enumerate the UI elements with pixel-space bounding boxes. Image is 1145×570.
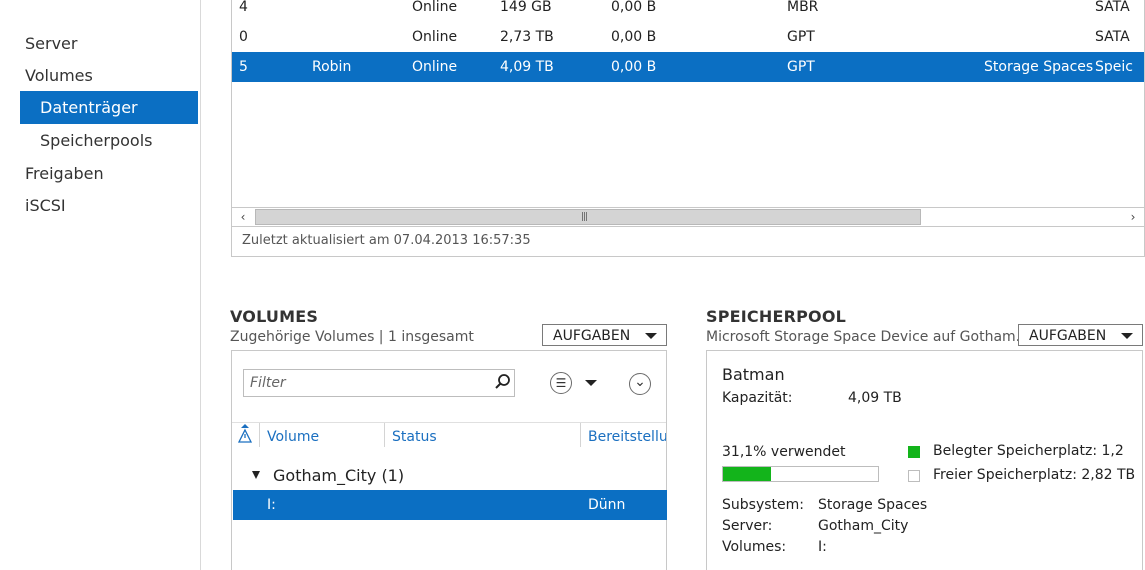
- collapse-triangle-icon[interactable]: [252, 471, 260, 479]
- volumes-panel: ☰ ⌄ Volume Status Bereitstellun Gotham_C…: [231, 350, 667, 570]
- volumes-label: Volumes:: [722, 539, 787, 555]
- disk-subsystem: Storage Spaces: [984, 59, 1094, 75]
- disk-partition: GPT: [787, 29, 815, 45]
- column-separator: [384, 423, 385, 447]
- pool-section-subtitle: Microsoft Storage Space Device auf Gotha…: [706, 329, 1030, 345]
- tasks-label: AUFGABEN: [553, 328, 631, 344]
- disk-status: Online: [412, 59, 458, 75]
- grip-icon: |||: [581, 212, 588, 222]
- usage-progress-bar: [722, 466, 879, 482]
- disk-unallocated: 0,00 B: [611, 59, 657, 75]
- warning-sort-icon[interactable]: [238, 424, 252, 444]
- disk-status: Online: [412, 0, 458, 15]
- chevron-down-icon: [645, 333, 657, 339]
- column-header-volume[interactable]: Volume: [267, 429, 319, 445]
- disk-status: Online: [412, 29, 458, 45]
- disks-table: 4 Online 149 GB 0,00 B MBR SATA 0 Online…: [231, 0, 1145, 257]
- column-header-provisioning[interactable]: Bereitstellun: [588, 429, 666, 445]
- disk-capacity: 4,09 TB: [500, 59, 554, 75]
- chevron-down-icon: [1121, 333, 1133, 339]
- disk-bus: SATA: [1095, 0, 1130, 15]
- filter-input[interactable]: [243, 369, 515, 397]
- group-header[interactable]: Gotham_City (1): [273, 466, 404, 485]
- volumes-section-title: VOLUMES: [230, 307, 319, 326]
- legend-free-space: Freier Speicherplatz: 2,82 TB: [933, 467, 1136, 483]
- horizontal-scrollbar[interactable]: ‹ ||| ›: [232, 207, 1144, 227]
- disk-unallocated: 0,00 B: [611, 0, 657, 15]
- subsystem-label: Subsystem:: [722, 497, 804, 513]
- scrollbar-thumb[interactable]: |||: [255, 209, 921, 225]
- provisioning-cell: Dünn: [588, 497, 626, 513]
- disk-capacity: 2,73 TB: [500, 29, 554, 45]
- capacity-value: 4,09 TB: [848, 390, 902, 406]
- last-updated-text: Zuletzt aktualisiert am 07.04.2013 16:57…: [242, 233, 531, 248]
- nav-item-server[interactable]: Server: [25, 33, 77, 55]
- table-row[interactable]: 0 Online 2,73 TB 0,00 B GPT SATA: [232, 22, 1144, 52]
- nav-item-volumes[interactable]: Volumes: [25, 65, 93, 87]
- capacity-label: Kapazität:: [722, 390, 793, 406]
- scroll-left-icon[interactable]: ‹: [234, 208, 252, 226]
- nav-item-datentraeger[interactable]: Datenträger: [20, 91, 198, 124]
- nav-item-iscsi[interactable]: iSCSI: [25, 195, 66, 217]
- disk-bus: Speic: [1095, 59, 1133, 75]
- disk-capacity: 149 GB: [500, 0, 552, 15]
- search-icon[interactable]: [494, 373, 512, 391]
- volumes-tasks-button[interactable]: AUFGABEN: [542, 324, 667, 346]
- disk-number: 5: [239, 59, 248, 75]
- nav-item-freigaben[interactable]: Freigaben: [25, 163, 104, 185]
- subsystem-value: Storage Spaces: [818, 497, 928, 513]
- used-legend-swatch: [908, 446, 920, 458]
- server-label: Server:: [722, 518, 773, 534]
- volume-cell: I:: [267, 497, 276, 513]
- disk-partition: MBR: [787, 0, 819, 15]
- list-options-icon[interactable]: ☰: [550, 372, 572, 394]
- pool-section-title: SPEICHERPOOL: [706, 307, 847, 326]
- disk-number: 4: [239, 0, 248, 15]
- column-header-status[interactable]: Status: [392, 429, 437, 445]
- header-divider: [232, 422, 666, 423]
- table-row-selected[interactable]: 5 Robin Online 4,09 TB 0,00 B GPT Storag…: [232, 52, 1144, 82]
- table-row[interactable]: 4 Online 149 GB 0,00 B MBR SATA: [232, 0, 1144, 22]
- chevron-down-icon[interactable]: [585, 380, 597, 386]
- sidebar-nav: Server Volumes Datenträger Speicherpools…: [0, 0, 201, 570]
- usage-text: 31,1% verwendet: [722, 444, 846, 460]
- disk-name: Robin: [312, 59, 352, 75]
- disk-number: 0: [239, 29, 248, 45]
- expand-icon[interactable]: ⌄: [629, 373, 651, 395]
- column-separator: [259, 423, 260, 447]
- free-legend-swatch: [908, 470, 920, 482]
- table-row-selected[interactable]: I: Dünn: [233, 490, 667, 520]
- nav-item-speicherpools[interactable]: Speicherpools: [40, 130, 152, 152]
- disk-unallocated: 0,00 B: [611, 29, 657, 45]
- volumes-section-subtitle: Zugehörige Volumes | 1 insgesamt: [230, 329, 474, 345]
- disk-partition: GPT: [787, 59, 815, 75]
- column-separator: [580, 423, 581, 447]
- pool-name: Batman: [722, 365, 785, 384]
- pool-panel: Batman Kapazität: 4,09 TB 31,1% verwende…: [706, 350, 1143, 570]
- legend-used-space: Belegter Speicherplatz: 1,27 T: [933, 443, 1123, 459]
- tasks-label: AUFGABEN: [1029, 328, 1107, 344]
- scroll-right-icon[interactable]: ›: [1124, 208, 1142, 226]
- pool-tasks-button[interactable]: AUFGABEN: [1018, 324, 1143, 346]
- usage-progress-fill: [723, 467, 771, 481]
- volumes-value: I:: [818, 539, 827, 555]
- disk-bus: SATA: [1095, 29, 1130, 45]
- server-value: Gotham_City: [818, 518, 909, 534]
